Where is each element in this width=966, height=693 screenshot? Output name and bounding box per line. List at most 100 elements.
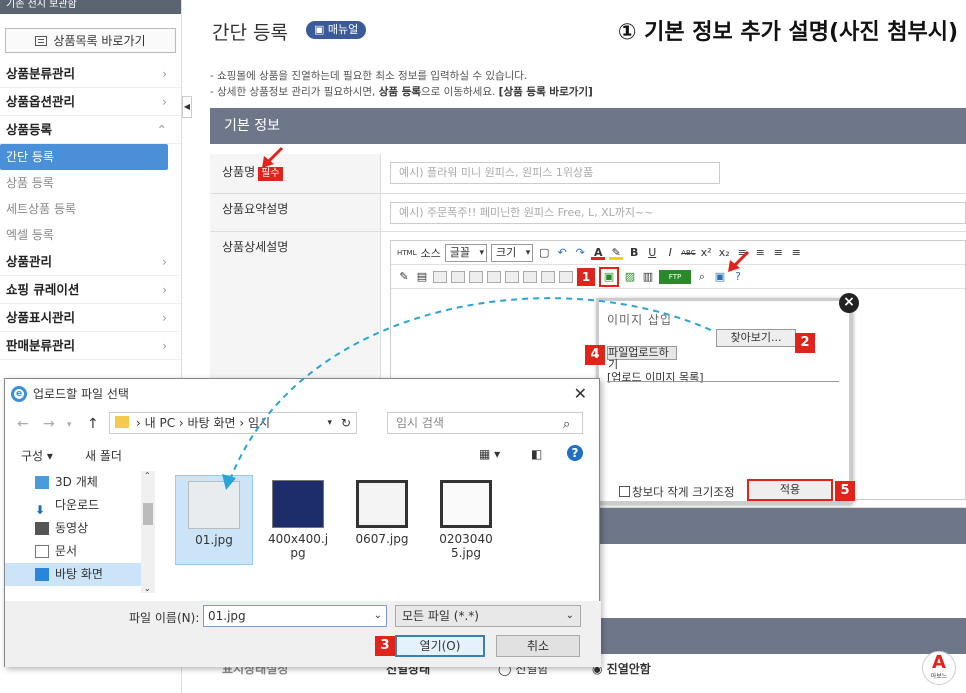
up-arrow-icon[interactable]: ↑ bbox=[87, 416, 99, 432]
underline-icon[interactable]: U bbox=[645, 246, 659, 260]
sidebar-item-display[interactable]: 상품표시관리 › bbox=[0, 304, 181, 332]
sidebar-sub-set-register[interactable]: 세트상품 등록 bbox=[0, 196, 181, 222]
ftp-icon[interactable]: FTP bbox=[659, 269, 691, 284]
preview-pane-icon[interactable]: ◧ bbox=[531, 447, 542, 461]
align-right-icon[interactable]: ≡ bbox=[771, 246, 785, 260]
summary-input[interactable]: 예시) 주문폭주!! 페미닌한 원피스 Free, L, XL까지~~ bbox=[390, 202, 966, 224]
scroll-thumb[interactable] bbox=[143, 503, 153, 525]
search-input[interactable]: 임시 검색 bbox=[387, 412, 583, 434]
table-insert-icon[interactable] bbox=[451, 270, 465, 283]
strikethrough-icon[interactable]: ABC bbox=[681, 246, 695, 260]
sidebar-item-manage[interactable]: 상품관리 › bbox=[0, 248, 181, 276]
align-justify-icon[interactable]: ≡ bbox=[789, 246, 803, 260]
edit-icon[interactable]: ✎ bbox=[397, 270, 411, 284]
product-register-shortcut-link[interactable]: [상품 등록 바로가기] bbox=[499, 86, 593, 98]
nav-scrollbar[interactable]: ⌃ ⌄ bbox=[141, 471, 155, 593]
breadcrumb-desktop[interactable]: 바탕 화면 bbox=[188, 416, 236, 430]
align-center-icon[interactable]: ≡ bbox=[753, 246, 767, 260]
find-icon[interactable]: ⌕ bbox=[695, 270, 709, 284]
refresh-icon[interactable]: ↻ bbox=[341, 413, 351, 433]
redo-icon[interactable]: ↷ bbox=[573, 246, 587, 260]
italic-icon[interactable]: I bbox=[663, 246, 677, 260]
sidebar-item-sales-category[interactable]: 판매분류관리 › bbox=[0, 332, 181, 360]
font-select[interactable]: 글꼴 bbox=[444, 243, 487, 262]
desc-bold-link[interactable]: 상품 등록 bbox=[379, 86, 421, 98]
superscript-icon[interactable]: x² bbox=[699, 246, 713, 260]
organize-button[interactable]: 구성 ▾ bbox=[21, 447, 53, 464]
table-row-icon[interactable] bbox=[469, 270, 483, 283]
help-icon[interactable]: ? bbox=[567, 445, 583, 461]
view-icon[interactable]: ▦ ▾ bbox=[479, 447, 500, 461]
sidebar-collapse-toggle[interactable]: ◀ bbox=[182, 96, 192, 118]
table-col-icon[interactable] bbox=[487, 270, 501, 283]
breadcrumb-pc[interactable]: 내 PC bbox=[145, 416, 175, 430]
media-icon[interactable]: ▥ bbox=[641, 270, 655, 284]
chevron-down-icon[interactable]: ▾ bbox=[67, 420, 72, 430]
new-folder-button[interactable]: 새 폴더 bbox=[85, 447, 122, 464]
checkbox-label: 창보다 작게 크기조정 bbox=[632, 485, 735, 499]
table-merge-icon[interactable] bbox=[505, 270, 519, 283]
preview-icon[interactable]: ▣ bbox=[713, 270, 727, 284]
bold-icon[interactable]: B bbox=[627, 246, 641, 260]
document-icon bbox=[35, 545, 49, 558]
chevron-down-icon[interactable]: ⌄ bbox=[374, 606, 382, 626]
chevron-down-icon[interactable]: ⌄ bbox=[144, 584, 151, 593]
browse-button[interactable]: 찾아보기... bbox=[716, 329, 796, 347]
table-delete-icon[interactable] bbox=[541, 270, 555, 283]
nav-label: 바탕 화면 bbox=[55, 567, 103, 581]
product-list-shortcut-button[interactable]: 상품목록 바로가기 bbox=[5, 28, 176, 53]
file-item[interactable]: 400x400.jpg bbox=[259, 475, 337, 565]
sidebar-item-options[interactable]: 상품옵션관리 › bbox=[0, 88, 181, 116]
product-name-input[interactable]: 예시) 플라워 미니 원피스, 원피스 1위상품 bbox=[390, 162, 720, 184]
close-icon[interactable]: × bbox=[839, 293, 859, 313]
file-upload-button[interactable]: 파일업로드하기 bbox=[607, 346, 677, 371]
sidebar-item-category[interactable]: 상품분류관리 › bbox=[0, 60, 181, 88]
highlight-icon[interactable]: ✎ bbox=[609, 246, 624, 260]
manual-button[interactable]: ▣ 매뉴얼 bbox=[306, 21, 367, 39]
breadcrumb-temp[interactable]: 임시 bbox=[248, 416, 270, 430]
table-icon[interactable] bbox=[433, 270, 447, 283]
help-icon[interactable]: ? bbox=[731, 270, 745, 284]
product-name-label: 상품명 필수 bbox=[210, 154, 381, 193]
nav-item-downloads[interactable]: ⬇ 다운로드 bbox=[5, 494, 154, 517]
nav-item-3d-objects[interactable]: 3D 개체 bbox=[5, 471, 154, 494]
chevron-up-icon[interactable]: ⌃ bbox=[144, 471, 151, 480]
summary-label: 상품요약설명 bbox=[210, 194, 381, 231]
undo-icon[interactable]: ↶ bbox=[555, 246, 569, 260]
image-icon[interactable]: ▨ bbox=[623, 270, 637, 284]
apply-button[interactable]: 적용 bbox=[747, 479, 833, 501]
horizontal-rule-icon[interactable] bbox=[559, 270, 573, 283]
nav-item-desktop[interactable]: 바탕 화면 bbox=[5, 563, 154, 586]
sidebar-item-register[interactable]: 상품등록 ⌃ bbox=[0, 116, 181, 144]
sidebar-sub-product-register[interactable]: 상품 등록 bbox=[0, 170, 181, 196]
file-item[interactable]: 0607.jpg bbox=[343, 475, 421, 565]
subscript-icon[interactable]: x₂ bbox=[717, 246, 731, 260]
new-document-icon[interactable]: ▢ bbox=[537, 246, 551, 260]
forward-arrow-icon[interactable]: → bbox=[43, 416, 55, 432]
required-badge: 필수 bbox=[258, 167, 283, 181]
address-bar[interactable]: › 내 PC › 바탕 화면 › 임시 ▾ ↻ bbox=[109, 412, 357, 434]
cancel-button[interactable]: 취소 bbox=[496, 635, 580, 657]
image-insert-icon[interactable]: ▣ bbox=[599, 266, 619, 287]
align-left-icon[interactable]: ≡ bbox=[735, 246, 749, 260]
nav-item-documents[interactable]: 문서 bbox=[5, 540, 154, 563]
file-item[interactable]: 01.jpg bbox=[175, 475, 253, 565]
resize-checkbox[interactable]: 창보다 작게 크기조정 bbox=[619, 484, 735, 500]
open-button[interactable]: 열기(O) bbox=[395, 635, 485, 657]
file-item[interactable]: 02030405.jpg bbox=[427, 475, 505, 565]
html-source-icon[interactable]: HTML bbox=[397, 246, 416, 260]
sidebar-sub-excel-register[interactable]: 엑셀 등록 bbox=[0, 222, 181, 248]
sidebar-sub-simple-register[interactable]: 간단 등록 bbox=[0, 144, 168, 170]
filetype-select[interactable]: 모든 파일 (*.*) ⌄ bbox=[395, 605, 581, 627]
close-icon[interactable]: ✕ bbox=[574, 379, 587, 409]
filename-input[interactable]: 01.jpg ⌄ bbox=[203, 605, 387, 627]
chevron-down-icon[interactable]: ▾ bbox=[327, 413, 332, 433]
sidebar-item-curation[interactable]: 쇼핑 큐레이션 › bbox=[0, 276, 181, 304]
size-select[interactable]: 크기 bbox=[490, 243, 534, 262]
source-label[interactable]: 소스 bbox=[420, 245, 440, 261]
paste-icon[interactable]: ▤ bbox=[415, 270, 429, 284]
table-split-icon[interactable] bbox=[523, 270, 537, 283]
nav-item-videos[interactable]: 동영상 bbox=[5, 517, 154, 540]
back-arrow-icon[interactable]: ← bbox=[17, 416, 29, 432]
font-color-icon[interactable]: A bbox=[591, 246, 606, 260]
